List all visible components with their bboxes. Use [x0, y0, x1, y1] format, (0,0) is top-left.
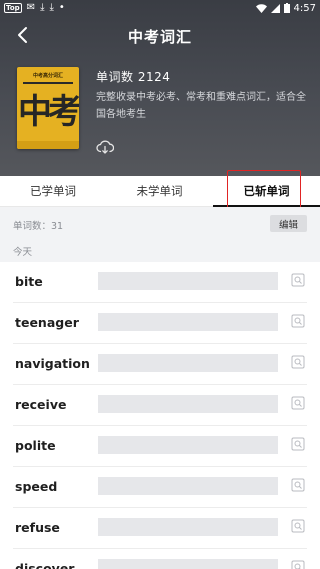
tab-label: 已斩单词	[243, 184, 290, 198]
hidden-meaning-bar[interactable]	[98, 559, 278, 569]
hidden-meaning-bar[interactable]	[98, 313, 278, 331]
hidden-meaning-bar[interactable]	[98, 272, 278, 290]
word-row[interactable]: polite	[13, 426, 307, 467]
lookup-icon[interactable]	[291, 314, 305, 328]
book-cover-image: 中考高分词汇 中考	[17, 67, 79, 149]
hidden-meaning-bar[interactable]	[98, 518, 278, 536]
word-text: speed	[15, 479, 58, 494]
word-text: navigation	[15, 356, 90, 371]
hidden-meaning-bar[interactable]	[98, 395, 278, 413]
tab-label: 已学单词	[30, 184, 76, 198]
edit-button[interactable]: 编辑	[270, 215, 307, 232]
notification-icon: ✉	[26, 2, 36, 13]
list-summary-bar: 单词数：31 编辑 今天	[0, 207, 320, 262]
download-status-icon-2: ⤓	[49, 2, 54, 13]
app-badge: Top	[4, 3, 22, 13]
lookup-icon[interactable]	[291, 478, 305, 492]
word-text: discover	[15, 561, 75, 569]
header: Top ✉ ⤓ ⤓ • 4:57 中考词汇 中考高分词汇 中考 单词数 2124…	[0, 0, 320, 176]
word-row[interactable]: teenager	[13, 303, 307, 344]
word-text: receive	[15, 397, 67, 412]
lookup-icon[interactable]	[291, 273, 305, 287]
page-title: 中考词汇	[127, 28, 192, 46]
date-group-label: 今天	[13, 247, 33, 258]
hidden-meaning-bar[interactable]	[98, 354, 278, 372]
lookup-icon[interactable]	[291, 519, 305, 533]
cover-stripe	[23, 82, 73, 84]
tab-bar: 已学单词 未学单词 已斩单词	[0, 176, 320, 207]
word-text: bite	[15, 274, 43, 289]
battery-icon	[283, 3, 290, 13]
cover-big-text: 中考	[18, 92, 79, 132]
lookup-icon[interactable]	[291, 396, 305, 410]
tab-learned-words[interactable]: 已学单词	[0, 176, 106, 206]
word-row[interactable]: bite	[13, 262, 307, 303]
tab-label: 未学单词	[136, 184, 183, 198]
word-text: teenager	[15, 315, 79, 330]
hidden-meaning-bar[interactable]	[98, 477, 278, 495]
nav-bar: 中考词汇	[0, 20, 320, 50]
lookup-icon[interactable]	[291, 355, 305, 369]
word-total: 单词数：31	[13, 221, 64, 232]
word-text: refuse	[15, 520, 60, 535]
tab-unlearned-words[interactable]: 未学单词	[106, 176, 213, 206]
word-row[interactable]: speed	[13, 467, 307, 508]
cloud-download-icon[interactable]	[96, 139, 114, 155]
status-time: 4:57	[293, 2, 316, 14]
hidden-meaning-bar[interactable]	[98, 436, 278, 454]
lookup-icon[interactable]	[291, 560, 305, 569]
word-row[interactable]: discover	[13, 549, 307, 569]
word-list: bite teenager navigation receive polite …	[0, 262, 320, 569]
word-row[interactable]: refuse	[13, 508, 307, 549]
cover-small-title: 中考高分词汇	[32, 73, 63, 79]
wifi-icon	[255, 3, 267, 13]
status-bar: Top ✉ ⤓ ⤓ • 4:57	[0, 0, 320, 16]
download-status-icon: ⤓	[40, 2, 45, 13]
cover-footer	[17, 141, 79, 149]
lookup-icon[interactable]	[291, 437, 305, 451]
dot-icon: •	[58, 2, 65, 13]
word-row[interactable]: receive	[13, 385, 307, 426]
word-row[interactable]: navigation	[13, 344, 307, 385]
tab-mastered-words[interactable]: 已斩单词	[213, 176, 320, 207]
book-description: 完整收录中考必考、常考和重难点词汇，适合全国各地考生	[96, 92, 306, 120]
book-word-count: 单词数 2124	[96, 70, 171, 84]
signal-icon	[270, 3, 280, 13]
word-text: polite	[15, 438, 56, 453]
